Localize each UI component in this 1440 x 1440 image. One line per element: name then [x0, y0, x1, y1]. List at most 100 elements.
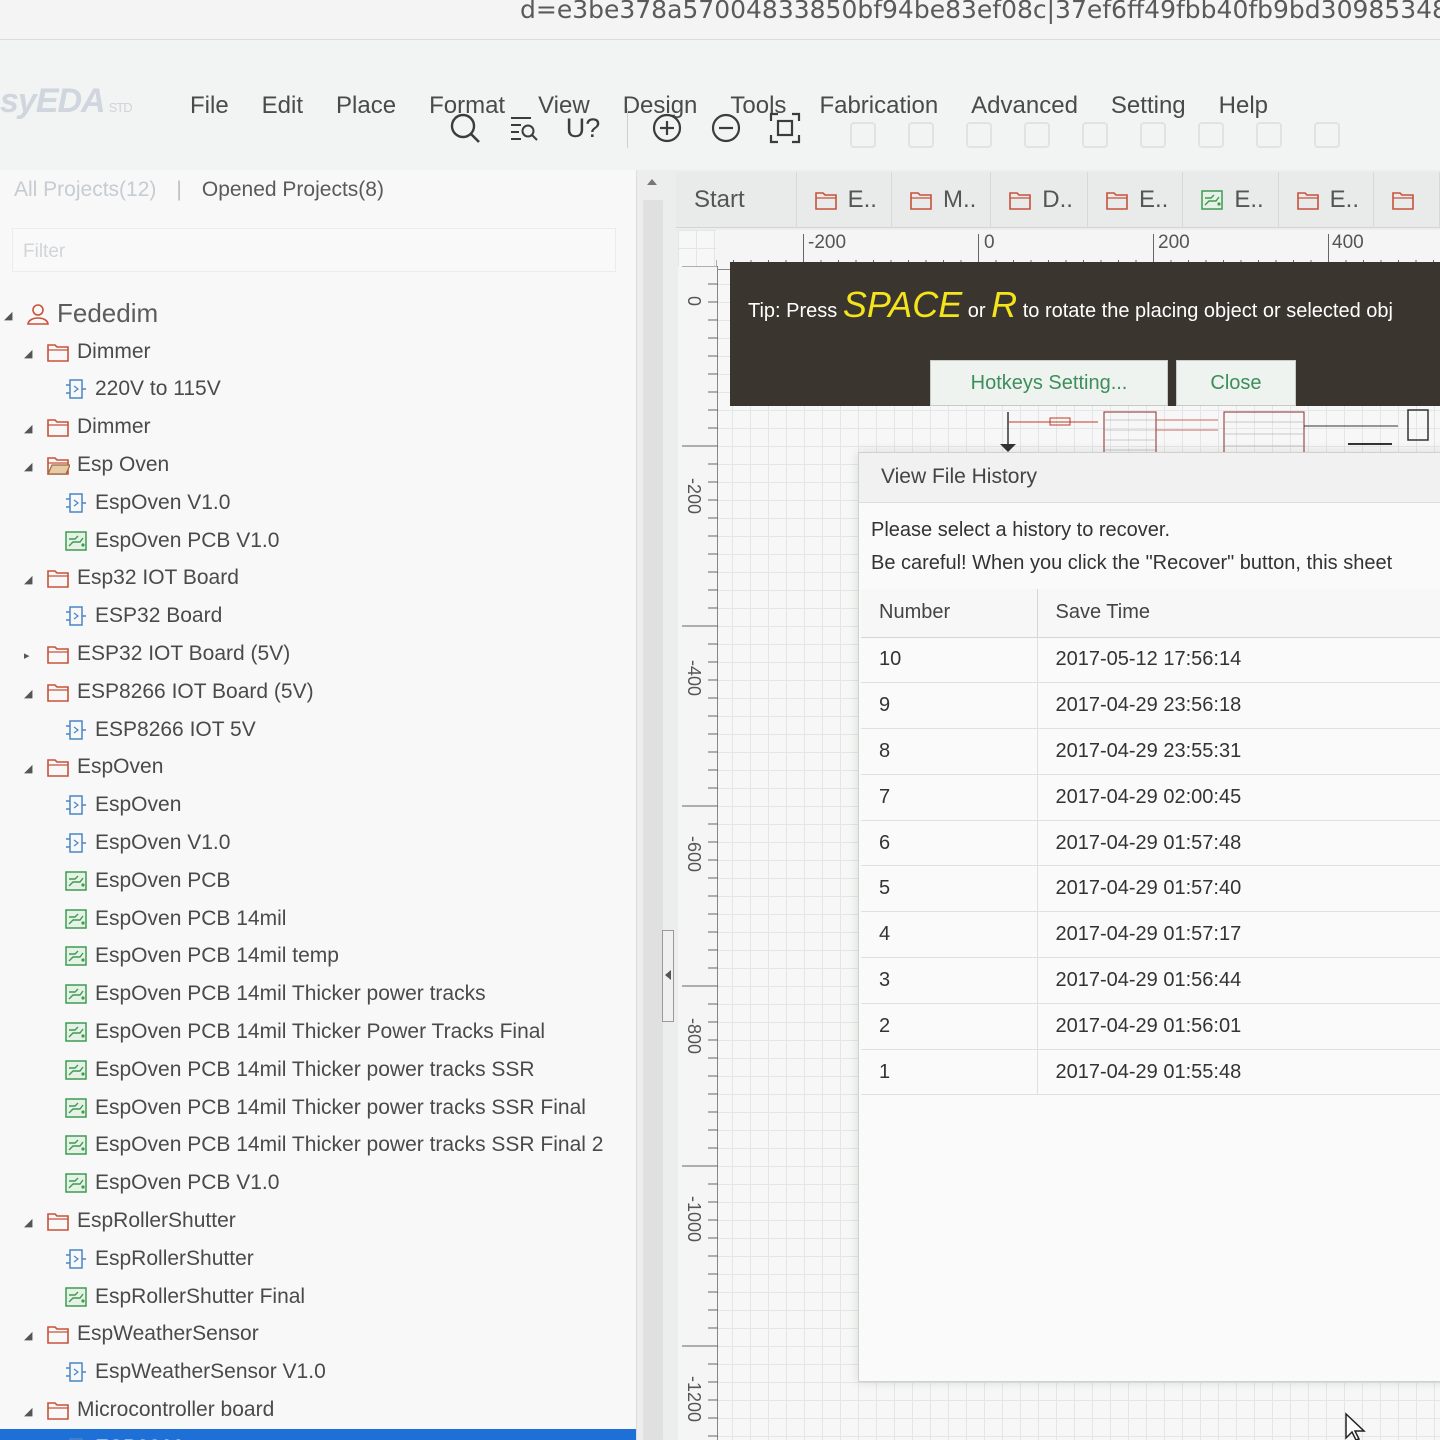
column-header-number[interactable]: Number — [861, 589, 1038, 638]
history-row[interactable]: 1 2017-04-29 01:55:48 — [861, 1049, 1440, 1096]
annotate-icon[interactable]: U? — [564, 109, 602, 147]
tree-item-esprollershutter[interactable]: EspRollerShutter — [0, 1240, 636, 1278]
menu-place[interactable]: Place — [336, 92, 396, 120]
menu-advanced[interactable]: Advanced — [971, 92, 1078, 120]
disabled-tool-icon — [1198, 122, 1224, 148]
folder-icon — [46, 567, 70, 589]
tree-item-espweathersensor-v1-0[interactable]: EspWeatherSensor V1.0 — [0, 1353, 636, 1391]
tree-item-fededim[interactable]: ◢ Fededim — [0, 295, 636, 333]
tree-item-espoven-pcb-14mil-thicker-power-tracks-ssr-final-2[interactable]: EspOven PCB 14mil Thicker power tracks S… — [0, 1127, 636, 1165]
tree-item-espweathersensor[interactable]: ◢ EspWeatherSensor — [0, 1316, 636, 1354]
tree-item-espoven[interactable]: EspOven — [0, 786, 636, 824]
tip-or: or — [967, 300, 986, 322]
expand-arrow-icon[interactable]: ◢ — [24, 573, 34, 586]
find-list-icon[interactable] — [505, 109, 543, 147]
tree-item-espoven-pcb-14mil-thicker-power-tracks[interactable]: EspOven PCB 14mil Thicker power tracks — [0, 975, 636, 1013]
scroll-up-icon[interactable] — [646, 178, 658, 186]
history-row[interactable]: 8 2017-04-29 23:55:31 — [861, 728, 1440, 775]
expand-arrow-icon[interactable]: ◢ — [24, 347, 34, 360]
tree-item-esp32-iot-board[interactable]: ◢ Esp32 IOT Board — [0, 560, 636, 598]
tree-item-label: Microcontroller board — [77, 1398, 275, 1421]
menu-edit[interactable]: Edit — [262, 92, 303, 120]
schematic-icon — [64, 492, 88, 514]
expand-arrow-icon[interactable]: ◢ — [24, 1216, 34, 1229]
history-row[interactable]: 9 2017-04-29 23:56:18 — [861, 682, 1440, 730]
tree-item-label: Esp Oven — [77, 453, 170, 477]
history-row[interactable]: 7 2017-04-29 02:00:45 — [861, 774, 1440, 821]
tree-item-espoven-v1-0[interactable]: EspOven V1.0 — [0, 484, 636, 522]
filter-input[interactable]: Filter — [12, 228, 616, 272]
history-row[interactable]: 5 2017-04-29 01:57:40 — [861, 865, 1440, 913]
expand-arrow-icon[interactable]: ◢ — [4, 309, 14, 322]
tree-item-espoven-pcb-14mil-thicker-power-tracks-ssr-final[interactable]: EspOven PCB 14mil Thicker power tracks S… — [0, 1089, 636, 1127]
tree-item-label: EspRollerShutter — [95, 1246, 254, 1270]
pcb-icon — [64, 1097, 88, 1119]
expand-arrow-icon[interactable]: ◢ — [24, 687, 34, 700]
zoom-in-icon[interactable] — [648, 109, 686, 147]
tree-item-esp32-board[interactable]: ESP32 Board — [0, 597, 636, 635]
menu-file[interactable]: File — [190, 92, 229, 120]
tree-item-dimmer[interactable]: ◢ Dimmer — [0, 333, 636, 371]
schematic-icon — [64, 1248, 88, 1270]
expand-arrow-icon[interactable]: ◢ — [24, 422, 34, 435]
tree-item-espoven-pcb-v1-0[interactable]: EspOven PCB V1.0 — [0, 1164, 636, 1202]
url-text: d=e3be378a57004833850bf94be83ef08c|37ef6… — [520, 0, 1440, 24]
expand-arrow-icon[interactable]: ◢ — [24, 762, 34, 775]
history-row[interactable]: 6 2017-04-29 01:57:48 — [861, 820, 1440, 867]
menu-fabrication[interactable]: Fabrication — [819, 92, 938, 120]
tree-item-espoven-pcb[interactable]: EspOven PCB — [0, 862, 636, 900]
tree-item-esp-oven[interactable]: ◢ Esp Oven — [0, 446, 636, 484]
history-save-time: 2017-04-29 01:57:40 — [1037, 865, 1440, 913]
tree-item-espoven-pcb-14mil[interactable]: EspOven PCB 14mil — [0, 900, 636, 938]
expand-arrow-icon[interactable]: ◢ — [24, 460, 34, 473]
fit-view-icon[interactable] — [766, 109, 804, 147]
tree-item-esp8266-iot-board-5v[interactable]: ◢ ESP8266 IOT Board (5V) — [0, 673, 636, 711]
tree-item-220v-to-115v[interactable]: 220V to 115V — [0, 371, 636, 409]
tree-item-espoven[interactable]: ◢ EspOven — [0, 749, 636, 787]
expand-arrow-icon[interactable]: ◢ — [24, 1329, 34, 1342]
address-bar[interactable]: d=e3be378a57004833850bf94be83ef08c|37ef6… — [0, 0, 1440, 40]
tree-item-esp8266-iot-5v[interactable]: ESP8266 IOT 5V — [0, 711, 636, 749]
panel-scrollbar[interactable] — [636, 170, 666, 1440]
close-tip-button[interactable]: Close — [1176, 360, 1296, 406]
document-tab[interactable]: E.. — [797, 171, 892, 228]
hotkeys-setting-button[interactable]: Hotkeys Setting... — [930, 360, 1168, 406]
schematic-icon — [64, 832, 88, 854]
annotate-label: U? — [565, 112, 601, 143]
tree-item-espoven-v1-0[interactable]: EspOven V1.0 — [0, 824, 636, 862]
dialog-title[interactable]: View File History — [859, 453, 1440, 503]
history-row[interactable]: 2 2017-04-29 01:56:01 — [861, 1003, 1440, 1050]
tab-all-projects[interactable]: All Projects(12) — [14, 178, 156, 201]
history-row[interactable]: 4 2017-04-29 01:57:17 — [861, 911, 1440, 959]
tree-item-label: Fededim — [57, 298, 159, 329]
collapse-arrow-icon[interactable]: ▸ — [24, 649, 34, 662]
tree-item-espoven-pcb-14mil-thicker-power-tracks-ssr[interactable]: EspOven PCB 14mil Thicker power tracks S… — [0, 1051, 636, 1089]
tab-start[interactable]: Start — [676, 171, 797, 228]
tree-item-espoven-pcb-v1-0[interactable]: EspOven PCB V1.0 — [0, 522, 636, 560]
tree-item-espoven-pcb-14mil-temp[interactable]: EspOven PCB 14mil temp — [0, 938, 636, 976]
tree-item-esp8266[interactable]: ESP8266 — [0, 1428, 636, 1440]
tree-item-esprollershutter-final[interactable]: EspRollerShutter Final — [0, 1278, 636, 1316]
tree-item-espoven-pcb-14mil-thicker-power-tracks-final[interactable]: EspOven PCB 14mil Thicker Power Tracks F… — [0, 1013, 636, 1051]
search-icon[interactable] — [446, 109, 484, 147]
history-row[interactable]: 10 2017-05-12 17:56:14 — [861, 637, 1440, 684]
tree-item-esp32-iot-board-5v[interactable]: ▸ ESP32 IOT Board (5V) — [0, 635, 636, 673]
panel-splitter[interactable] — [662, 930, 674, 1022]
document-tab[interactable]: E.. — [1183, 171, 1279, 228]
history-row[interactable]: 3 2017-04-29 01:56:44 — [861, 957, 1440, 1004]
tree-item-dimmer[interactable]: ◢ Dimmer — [0, 408, 636, 446]
scrollbar-thumb[interactable] — [643, 200, 663, 1440]
menu-setting[interactable]: Setting — [1111, 92, 1186, 120]
document-tab[interactable]: D.. — [991, 171, 1088, 228]
expand-arrow-icon[interactable]: ◢ — [24, 1405, 34, 1418]
menu-help[interactable]: Help — [1219, 92, 1268, 120]
document-tab[interactable]: E.. — [1279, 171, 1374, 228]
tree-item-esprollershutter[interactable]: ◢ EspRollerShutter — [0, 1202, 636, 1240]
tab-opened-projects[interactable]: Opened Projects(8) — [202, 178, 384, 201]
column-header-save-time[interactable]: Save Time — [1037, 589, 1440, 638]
document-tab[interactable] — [1374, 171, 1440, 228]
tree-item-microcontroller-board[interactable]: ◢ Microcontroller board — [0, 1391, 636, 1429]
zoom-out-icon[interactable] — [707, 109, 745, 147]
document-tab[interactable]: E.. — [1088, 171, 1184, 228]
document-tab[interactable]: M.. — [892, 171, 992, 228]
